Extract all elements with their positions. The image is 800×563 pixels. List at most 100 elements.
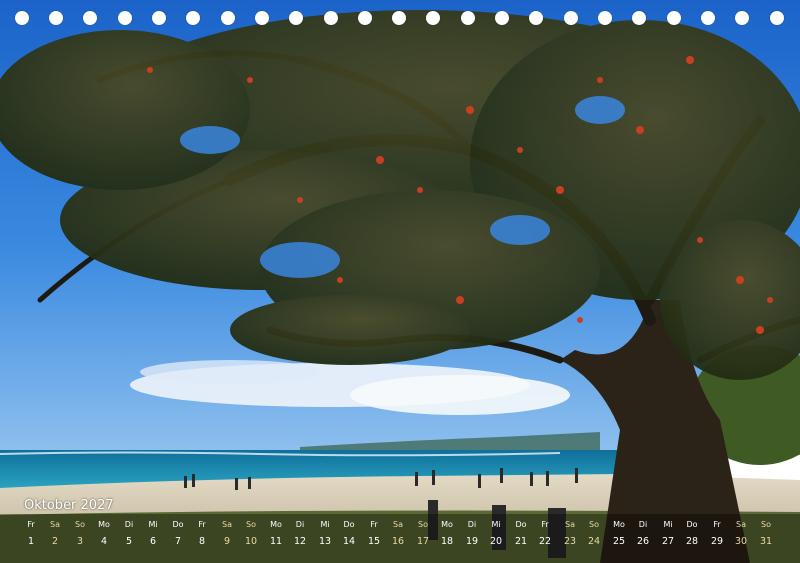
day-number: 2 (51, 536, 59, 547)
weekday-label: Sa (565, 520, 575, 529)
weekday-label: Do (686, 520, 698, 529)
calendar-day: Mo 18 (435, 519, 459, 549)
calendar-day: Di 26 (631, 519, 655, 549)
calendar-day: Do 7 (166, 519, 190, 549)
binding-hole (324, 11, 338, 25)
calendar-day: Di 5 (117, 519, 141, 549)
calendar-day: Mo 4 (92, 519, 116, 549)
weekday-label: Fr (198, 520, 206, 529)
calendar-day: Fr 22 (533, 519, 557, 549)
calendar-day: Fr 8 (190, 519, 214, 549)
binding-hole (221, 11, 235, 25)
day-number: 24 (587, 536, 601, 547)
calendar-day: So 31 (754, 519, 778, 549)
calendar-day: Sa 9 (215, 519, 239, 549)
binding-hole (701, 11, 715, 25)
calendar-day: Mo 11 (264, 519, 288, 549)
weekday-label: Di (295, 520, 305, 529)
day-number: 3 (76, 536, 84, 547)
weekday-label: Sa (50, 520, 60, 529)
day-number: 9 (223, 536, 231, 547)
binding-hole (598, 11, 612, 25)
weekday-label: Mi (663, 520, 673, 529)
calendar-day: Di 12 (288, 519, 312, 549)
binding-hole (735, 11, 749, 25)
binding-hole (461, 11, 475, 25)
binding-hole (83, 11, 97, 25)
day-number: 8 (198, 536, 206, 547)
day-number: 30 (734, 536, 748, 547)
day-number: 29 (710, 536, 724, 547)
binding-hole (392, 11, 406, 25)
spiral-binding-holes (0, 0, 800, 36)
calendar-day: Mi 20 (484, 519, 508, 549)
binding-hole (632, 11, 646, 25)
month-title: Oktober 2027 (24, 498, 114, 513)
weekday-label: Mi (320, 520, 330, 529)
binding-hole (255, 11, 269, 25)
weekday-label: Sa (736, 520, 746, 529)
beach-photo (0, 0, 800, 563)
day-number: 17 (416, 536, 430, 547)
calendar-day: Mi 27 (656, 519, 680, 549)
calendar-day: Sa 2 (43, 519, 67, 549)
day-number: 15 (367, 536, 381, 547)
weekday-label: Mo (441, 520, 453, 529)
weekday-label: Mi (148, 520, 158, 529)
day-number: 1 (27, 536, 35, 547)
calendar-day: Sa 30 (729, 519, 753, 549)
weekday-label: Mo (270, 520, 282, 529)
weekday-label: Sa (393, 520, 403, 529)
day-number: 16 (391, 536, 405, 547)
day-number: 18 (440, 536, 454, 547)
calendar-day: Do 21 (509, 519, 533, 549)
calendar-day: Sa 16 (386, 519, 410, 549)
weekday-label: Fr (27, 520, 35, 529)
binding-hole (49, 11, 63, 25)
day-number: 10 (244, 536, 258, 547)
day-number: 27 (661, 536, 675, 547)
weekday-label: Fr (713, 520, 721, 529)
day-number: 5 (125, 536, 133, 547)
binding-hole (118, 11, 132, 25)
weekday-label: Di (124, 520, 134, 529)
calendar-day: So 3 (68, 519, 92, 549)
binding-hole (358, 11, 372, 25)
weekday-label: Fr (370, 520, 378, 529)
calendar-day: Fr 15 (362, 519, 386, 549)
calendar-day: So 10 (239, 519, 263, 549)
day-number: 22 (538, 536, 552, 547)
weekday-label: Sa (222, 520, 232, 529)
calendar-day: Di 19 (460, 519, 484, 549)
binding-hole (186, 11, 200, 25)
day-number: 7 (174, 536, 182, 547)
calendar-day: Mi 13 (313, 519, 337, 549)
weekday-label: Mi (491, 520, 501, 529)
weekday-label: So (589, 520, 599, 529)
day-number: 19 (465, 536, 479, 547)
day-number: 26 (636, 536, 650, 547)
day-number: 25 (612, 536, 626, 547)
calendar-day: So 17 (411, 519, 435, 549)
weekday-label: Do (515, 520, 527, 529)
weekday-label: Di (638, 520, 648, 529)
weekday-label: So (418, 520, 428, 529)
weekday-label: Di (467, 520, 477, 529)
day-number: 31 (759, 536, 773, 547)
day-number: 6 (149, 536, 157, 547)
weekday-label: So (75, 520, 85, 529)
calendar-day: Mi 6 (141, 519, 165, 549)
binding-hole (152, 11, 166, 25)
binding-hole (667, 11, 681, 25)
weekday-label: So (246, 520, 256, 529)
calendar-day: Sa 23 (558, 519, 582, 549)
binding-hole (770, 11, 784, 25)
weekday-label: Do (343, 520, 355, 529)
day-number: 28 (685, 536, 699, 547)
weekday-label: Mo (98, 520, 110, 529)
day-number: 20 (489, 536, 503, 547)
binding-hole (564, 11, 578, 25)
binding-hole (289, 11, 303, 25)
weekday-label: Do (172, 520, 184, 529)
calendar-day: Fr 1 (19, 519, 43, 549)
